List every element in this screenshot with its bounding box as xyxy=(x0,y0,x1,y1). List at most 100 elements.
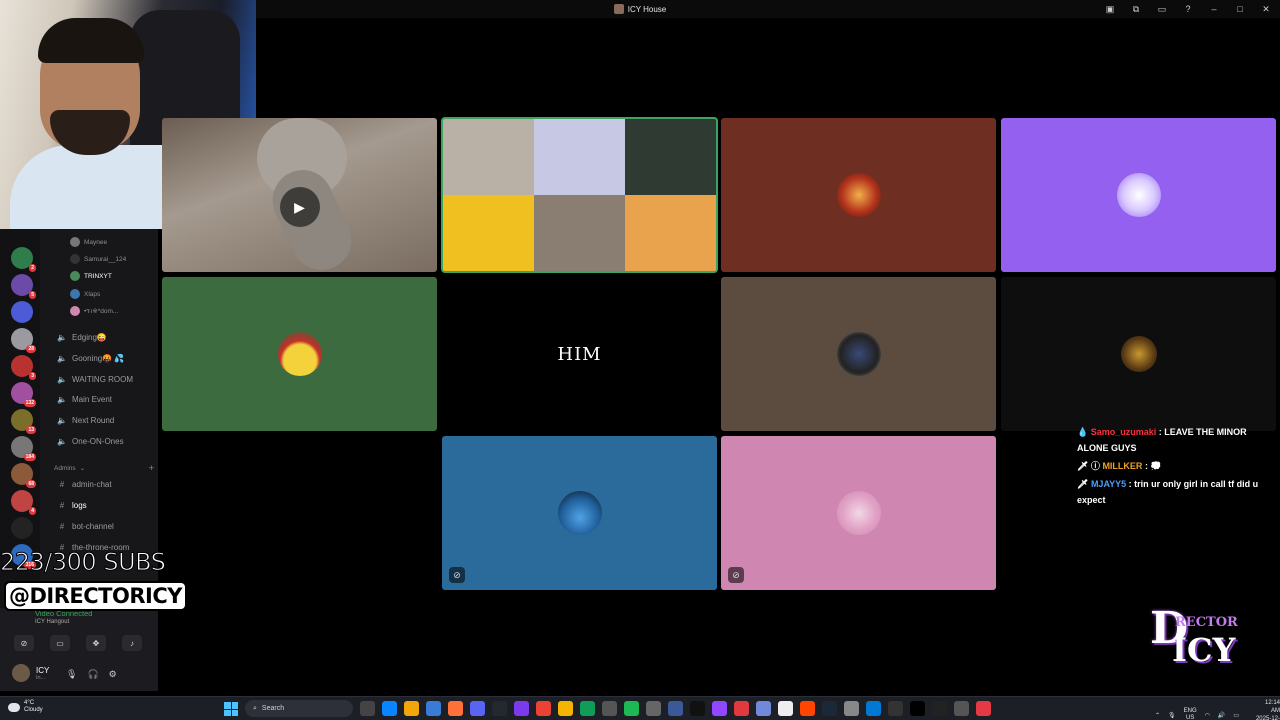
subs-counter: 223/300 SUBS xyxy=(0,548,166,577)
app-icon[interactable] xyxy=(470,701,485,716)
server-icon[interactable] xyxy=(11,517,33,539)
battery-icon[interactable]: ▭ xyxy=(1233,712,1239,719)
plus-icon[interactable]: + xyxy=(149,463,154,473)
voice-user[interactable]: Xlaps xyxy=(70,287,100,301)
inbox-icon[interactable]: ▣ xyxy=(1104,4,1116,15)
microphone-icon[interactable]: 🎙 xyxy=(66,669,77,680)
category-admins[interactable]: Admins ⌄ + xyxy=(54,463,154,473)
taskbar-search[interactable]: ⌕ Search xyxy=(245,700,353,717)
server-icon[interactable]: 68 xyxy=(11,463,36,488)
app-icon[interactable] xyxy=(844,701,859,716)
voice-user[interactable]: TRINXYT xyxy=(70,269,112,283)
app-icon[interactable] xyxy=(536,701,551,716)
maximize-icon[interactable]: □ xyxy=(1234,4,1246,14)
app-icon[interactable] xyxy=(734,701,749,716)
soundboard-icon[interactable]: ♪ xyxy=(122,635,142,651)
app-icon[interactable] xyxy=(866,701,881,716)
tile-brown-user[interactable] xyxy=(721,118,996,272)
minimize-icon[interactable]: – xyxy=(1208,4,1220,14)
voice-channel-name[interactable]: ICY Hangout xyxy=(35,619,69,625)
help-icon[interactable]: ? xyxy=(1182,4,1194,14)
tile-blue-user[interactable]: ⊘ xyxy=(442,436,717,590)
voice-user[interactable]: Samurai__124 xyxy=(70,252,126,266)
app-icon[interactable] xyxy=(492,701,507,716)
app-icon[interactable] xyxy=(624,701,639,716)
tile-purple-user[interactable] xyxy=(1001,118,1276,272)
app-icon[interactable] xyxy=(888,701,903,716)
wifi-icon[interactable]: ◠ xyxy=(1205,712,1210,719)
voice-channel[interactable]: 🔈 One-ON-Ones xyxy=(40,433,158,449)
app-icon[interactable] xyxy=(976,701,991,716)
tile-cat-video[interactable]: ▶ xyxy=(162,118,437,272)
tile-pink-user[interactable]: ⊘ xyxy=(721,436,996,590)
camera-off-icon[interactable]: ⊘ xyxy=(14,635,34,651)
app-icon[interactable] xyxy=(690,701,705,716)
server-icon[interactable]: 132 xyxy=(11,382,36,407)
app-icon[interactable] xyxy=(668,701,683,716)
speaker-icon: 🔈 xyxy=(57,353,67,363)
avatar xyxy=(277,332,322,376)
server-icon[interactable]: 28 xyxy=(11,328,36,353)
server-icon[interactable]: 2 xyxy=(11,247,36,272)
server-icon[interactable]: 4 xyxy=(11,490,36,515)
speaker-icon: 🔈 xyxy=(57,394,67,404)
server-icon[interactable] xyxy=(11,301,33,323)
user-panel[interactable]: ICY In... xyxy=(12,664,49,682)
server-icon[interactable]: 5 xyxy=(11,274,36,299)
mic-tray-icon[interactable]: 🎙 xyxy=(1168,712,1176,719)
voice-channel[interactable]: 🔈 Main Event xyxy=(40,391,158,407)
app-icon[interactable] xyxy=(580,701,595,716)
app-icon[interactable] xyxy=(800,701,815,716)
tile-him-user[interactable]: HIM xyxy=(442,277,717,431)
app-icon[interactable] xyxy=(404,701,419,716)
screen-icon[interactable]: ▭ xyxy=(1156,4,1168,15)
close-icon[interactable]: ✕ xyxy=(1260,4,1272,15)
tile-meme-collage[interactable] xyxy=(441,117,718,273)
voice-channel[interactable]: 🔈 Next Round xyxy=(40,412,158,428)
activities-icon[interactable]: ✥ xyxy=(86,635,106,651)
app-icon[interactable] xyxy=(954,701,969,716)
app-icon[interactable] xyxy=(602,701,617,716)
app-icon[interactable] xyxy=(514,701,529,716)
windows-start-icon[interactable] xyxy=(224,702,238,716)
tile-green-user[interactable] xyxy=(162,277,437,431)
screen-share-icon[interactable]: ▭ xyxy=(50,635,70,651)
voice-channel[interactable]: 🔈 Edging😜 xyxy=(40,329,158,345)
headphones-icon[interactable]: 🎧 xyxy=(87,669,98,680)
voice-user[interactable]: Maynee xyxy=(70,235,107,249)
server-icon[interactable]: 3 xyxy=(11,355,36,380)
app-icon[interactable] xyxy=(822,701,837,716)
app-icon[interactable] xyxy=(448,701,463,716)
app-icon[interactable] xyxy=(360,701,375,716)
app-icon[interactable] xyxy=(932,701,947,716)
play-icon[interactable]: ▶ xyxy=(279,187,320,227)
voice-channel[interactable]: 🔈 WAITING ROOM xyxy=(40,371,158,387)
voice-channel[interactable]: 🔈 Gooning🤬 💦 xyxy=(40,350,158,366)
voice-user[interactable]: •ኘı※*dom... xyxy=(70,304,118,318)
tile-dark-user[interactable] xyxy=(1001,277,1276,431)
app-icon[interactable] xyxy=(778,701,793,716)
text-channel[interactable]: # logs xyxy=(40,497,158,513)
text-channel[interactable]: # bot-channel xyxy=(40,518,158,534)
language-indicator[interactable]: ENG US xyxy=(1184,708,1197,720)
chevron-up-icon[interactable]: ⌃ xyxy=(1155,712,1160,719)
app-icon[interactable] xyxy=(426,701,441,716)
app-icon[interactable] xyxy=(910,701,925,716)
server-icon[interactable]: 13 xyxy=(11,409,36,434)
tile-taupe-user[interactable] xyxy=(721,277,996,431)
app-icon[interactable] xyxy=(382,701,397,716)
server-icon[interactable]: 184 xyxy=(11,436,36,461)
gear-icon[interactable]: ⚙ xyxy=(109,669,117,680)
clock[interactable]: 12:14 AM 2025-12-30 xyxy=(1255,699,1280,720)
app-icon[interactable] xyxy=(558,701,573,716)
app-icon[interactable] xyxy=(756,701,771,716)
volume-icon[interactable]: 🔊 xyxy=(1218,712,1225,719)
popout-icon[interactable]: ⧉ xyxy=(1130,4,1142,15)
app-icon[interactable] xyxy=(646,701,661,716)
channel-label: Edging😜 xyxy=(72,332,107,342)
text-channel[interactable]: # admin-chat xyxy=(40,476,158,492)
hash-icon: # xyxy=(59,521,65,531)
weather-widget[interactable]: 4°C Cloudy xyxy=(8,700,43,714)
chat-badge: 💧 xyxy=(1077,427,1091,437)
app-icon[interactable] xyxy=(712,701,727,716)
